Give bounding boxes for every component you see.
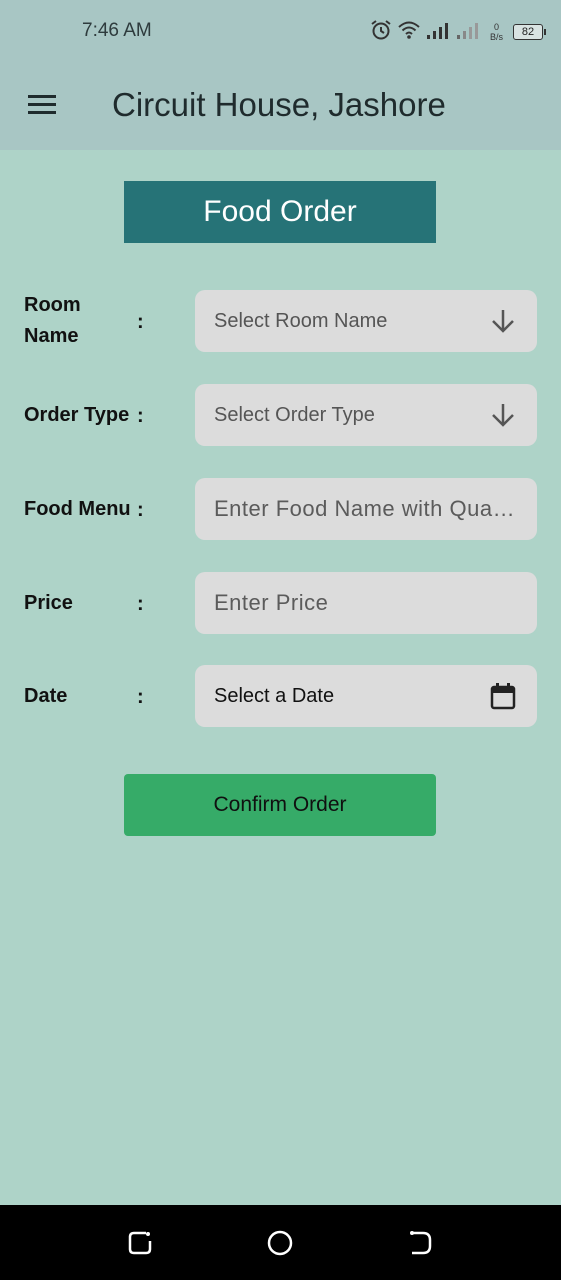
food-menu-input[interactable] — [214, 496, 517, 522]
room-name-row: Room Name : Select Room Name — [0, 290, 561, 352]
wifi-icon — [398, 20, 420, 45]
arrow-down-icon — [489, 307, 517, 335]
back-icon[interactable] — [406, 1229, 434, 1257]
recent-apps-icon[interactable] — [126, 1229, 154, 1257]
net-speed-unit: B/s — [489, 32, 503, 42]
price-row: Price : — [0, 572, 561, 634]
signal-icon — [456, 20, 480, 45]
page-title: Food Order — [124, 181, 436, 243]
app-bar: Circuit House, Jashore — [0, 62, 561, 150]
room-name-dropdown[interactable]: Select Room Name — [195, 290, 537, 352]
signal-icon — [426, 20, 450, 45]
date-colon: : — [137, 686, 144, 708]
price-field[interactable] — [195, 572, 537, 634]
alarm-icon — [370, 19, 392, 46]
food-menu-colon: : — [137, 499, 144, 521]
status-icons: 0 B/s 82 — [370, 18, 546, 46]
net-speed-value: 0 — [493, 22, 499, 32]
date-row: Date : Select a Date — [0, 665, 561, 727]
room-name-colon: : — [137, 311, 144, 333]
app-title: Circuit House, Jashore — [112, 86, 446, 123]
arrow-down-icon — [489, 401, 517, 429]
price-input[interactable] — [214, 590, 517, 616]
room-name-label: Room Name — [24, 294, 81, 347]
home-icon[interactable] — [266, 1229, 294, 1257]
status-bar: 7:46 AM 0 B/s 82 — [0, 0, 561, 62]
order-type-colon: : — [137, 405, 144, 427]
food-menu-row: Food Menu : — [0, 478, 561, 540]
date-label: Date — [24, 685, 68, 707]
date-value: Select a Date — [214, 684, 335, 707]
date-picker[interactable]: Select a Date — [195, 665, 537, 727]
net-speed: 0 B/s — [490, 22, 503, 42]
order-type-placeholder: Select Order Type — [214, 403, 375, 426]
order-type-dropdown[interactable]: Select Order Type — [195, 384, 537, 446]
price-colon: : — [137, 593, 144, 615]
calendar-icon[interactable] — [489, 682, 517, 710]
battery-icon: 82 — [513, 24, 546, 40]
confirm-order-button[interactable]: Confirm Order — [124, 774, 436, 836]
order-type-row: Order Type : Select Order Type — [0, 384, 561, 446]
status-time: 7:46 AM — [82, 20, 152, 41]
order-type-label: Order Type — [24, 404, 130, 426]
battery-level: 82 — [521, 26, 535, 38]
hamburger-menu-icon[interactable] — [26, 92, 62, 120]
food-menu-label: Food Menu — [24, 498, 131, 520]
price-label: Price — [24, 592, 73, 614]
navigation-bar — [0, 1205, 561, 1280]
room-name-placeholder: Select Room Name — [214, 309, 388, 332]
food-menu-field[interactable] — [195, 478, 537, 540]
